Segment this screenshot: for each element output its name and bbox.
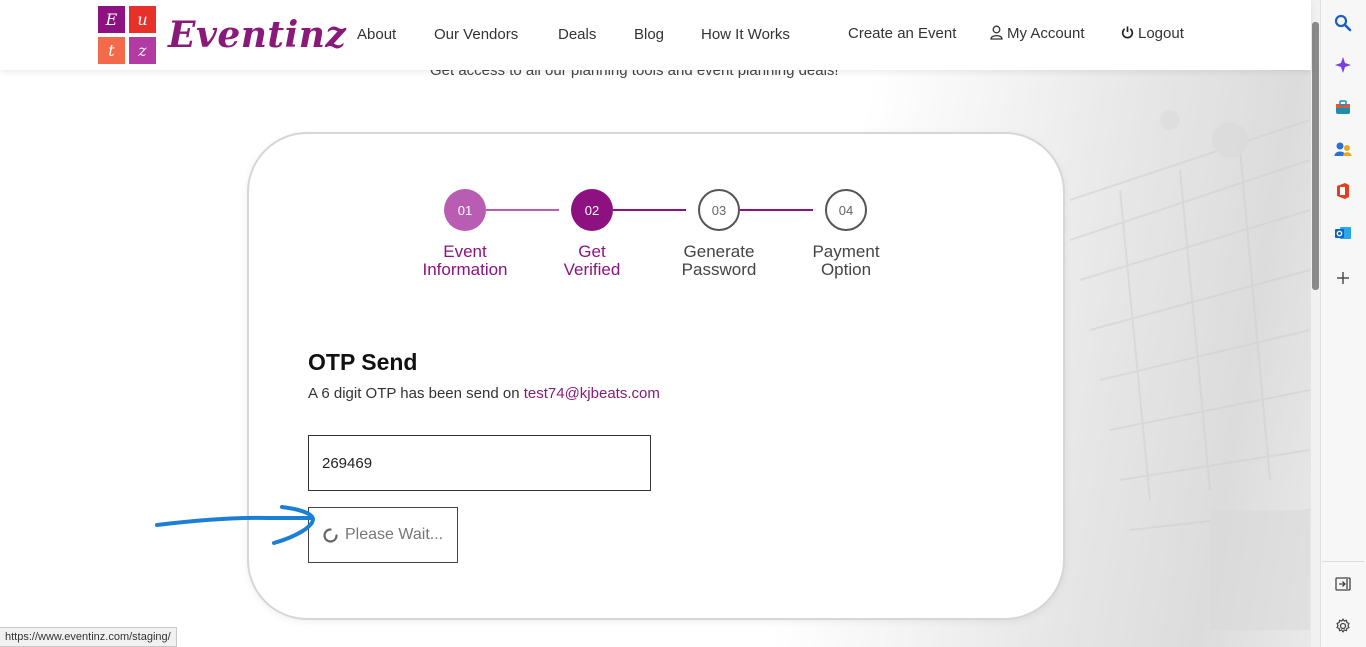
create-event-link[interactable]: Create an Event — [848, 25, 956, 42]
step-1-label: Event Information — [405, 243, 525, 279]
logo-tile: z — [129, 37, 156, 64]
nav-deals[interactable]: Deals — [558, 26, 596, 43]
logo-tile: u — [129, 6, 156, 33]
step-connector — [486, 209, 559, 211]
shopping-icon[interactable] — [1333, 97, 1353, 117]
split-screen-icon[interactable] — [1333, 574, 1353, 594]
step-4-label: Payment Option — [786, 243, 906, 279]
otp-email: test74@kjbeats.com — [523, 385, 660, 402]
otp-message-text: A 6 digit OTP has been send on — [308, 385, 520, 402]
nav-about[interactable]: About — [357, 26, 396, 43]
step-1-label-line2: Information — [422, 260, 508, 279]
my-account-link[interactable]: My Account — [990, 25, 1085, 42]
step-2-label-line2: Verified — [563, 260, 621, 279]
nav-our-vendors[interactable]: Our Vendors — [434, 26, 518, 43]
step-2-label-line1: Get — [578, 242, 606, 261]
otp-message: A 6 digit OTP has been send on test74@kj… — [308, 385, 660, 402]
logo-tile: t — [98, 37, 125, 64]
user-icon — [990, 25, 1003, 40]
step-3-label-line2: Password — [681, 260, 757, 279]
my-account-label: My Account — [1007, 25, 1085, 42]
spinner-icon — [323, 527, 338, 543]
settings-icon[interactable] — [1333, 616, 1353, 636]
add-icon[interactable] — [1333, 268, 1353, 288]
site-logo[interactable]: E u t z Eventinz — [98, 6, 346, 64]
step-1-label-line1: Event — [443, 242, 487, 261]
step-3-label-line1: Generate — [683, 242, 755, 261]
verify-button-label: Please Wait... — [345, 526, 444, 543]
step-2-circle: 02 — [571, 189, 613, 231]
outlook-icon[interactable] — [1333, 223, 1353, 243]
people-icon[interactable] — [1333, 139, 1353, 159]
step-connector — [740, 209, 813, 211]
logo-mark: E u t z — [98, 6, 156, 64]
logout-label: Logout — [1138, 25, 1184, 42]
scrollbar-thumb[interactable] — [1312, 22, 1319, 290]
office-icon[interactable] — [1333, 181, 1353, 201]
verify-button-loading[interactable]: Please Wait... — [308, 507, 458, 563]
logout-link[interactable]: Logout — [1121, 25, 1184, 42]
step-4-circle: 04 — [825, 189, 867, 231]
otp-input[interactable] — [308, 435, 651, 491]
stage-background-graphic — [1069, 110, 1311, 630]
nav-blog[interactable]: Blog — [634, 26, 664, 43]
copilot-icon[interactable] — [1333, 55, 1353, 75]
power-icon — [1121, 26, 1134, 39]
sidebar-divider — [1322, 561, 1364, 562]
logo-tile: E — [98, 6, 125, 33]
status-bar-url: https://www.eventinz.com/staging/ — [0, 627, 177, 647]
site-header: E u t z Eventinz About Our Vendors Deals… — [0, 0, 1311, 70]
step-3-label: Generate Password — [659, 243, 779, 279]
nav-how-it-works[interactable]: How It Works — [701, 26, 790, 43]
step-2-label: Get Verified — [532, 243, 652, 279]
logo-wordmark: Eventinz — [168, 14, 347, 56]
otp-title: OTP Send — [308, 349, 418, 375]
step-3-circle: 03 — [698, 189, 740, 231]
annotation-arrow — [155, 505, 316, 545]
search-icon[interactable] — [1333, 13, 1353, 33]
step-1-circle: 01 — [444, 189, 486, 231]
step-connector — [613, 209, 686, 211]
step-4-label-line1: Payment — [812, 242, 880, 261]
step-4-label-line2: Option — [820, 260, 872, 279]
